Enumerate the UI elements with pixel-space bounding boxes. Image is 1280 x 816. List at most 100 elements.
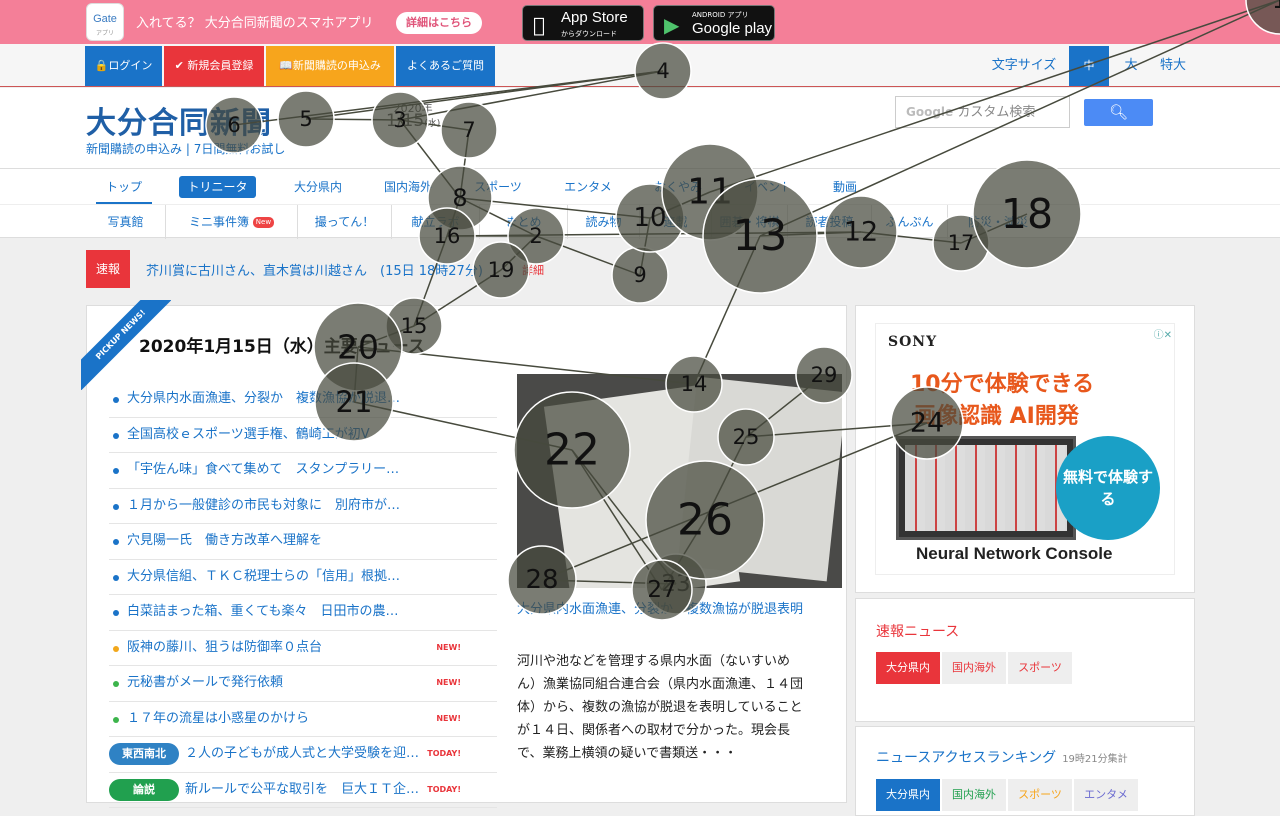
- sony-advertisement[interactable]: SONY ⓘ✕ 10分で体験できる 画像認識 AI開発 無料で体験する Neur…: [875, 323, 1175, 575]
- column-headline: ２人の子どもが成人式と大学受験を迎…: [185, 746, 420, 761]
- news-headline: 阪神の藤川、狙うは防御率０点台: [127, 639, 323, 655]
- today-badge: TODAY!: [427, 784, 461, 794]
- news-list-item[interactable]: １７年の流星は小惑星のかけら NEW!: [109, 702, 497, 737]
- news-headline: 元秘書がメールで発行依頼: [127, 675, 284, 690]
- font-size-label: 文字サイズ: [991, 58, 1057, 73]
- search-icon: 🔍︎: [1108, 103, 1129, 121]
- ranking-tab-sports[interactable]: スポーツ: [1008, 779, 1072, 811]
- menu2-jikenbo[interactable]: ミニ事件簿 New: [166, 205, 298, 239]
- breaking-more-link[interactable]: 詳細: [522, 262, 544, 278]
- bullet-icon: [113, 397, 119, 403]
- ranking-tab-domestic[interactable]: 国内海外: [942, 779, 1006, 811]
- ad-product-name: Neural Network Console: [916, 544, 1113, 563]
- sokuho-tab-domestic[interactable]: 国内海外: [942, 652, 1006, 684]
- bullet-icon: [113, 610, 119, 616]
- column-headline: 新ルールで公平な取引を 巨大ＩＴ企…: [185, 781, 420, 797]
- ranking-tab-oita[interactable]: 大分県内: [876, 779, 940, 811]
- register-button[interactable]: ✔ 新規会員登録: [164, 46, 264, 86]
- ad-cta-circle[interactable]: 無料で体験する: [1056, 436, 1160, 540]
- menu2-tottten[interactable]: 撮ってん！: [298, 205, 392, 239]
- lock-icon: 🔒: [94, 59, 109, 72]
- menu-trinita[interactable]: トリニータ: [170, 169, 265, 205]
- sokuho-title: 速報ニュース: [876, 624, 960, 640]
- news-list-item[interactable]: 全国高校ｅスポーツ選手権、鶴崎工が初V: [109, 418, 497, 453]
- menu2-funpun[interactable]: ふんぷん: [872, 205, 948, 239]
- promo-details-button[interactable]: 詳細はこちら: [396, 12, 482, 34]
- news-headline: 大分県内水面漁連、分裂か 複数漁協が脱退…: [127, 391, 401, 406]
- new-badge: NEW!: [436, 678, 461, 687]
- font-size-medium[interactable]: 中: [1069, 46, 1109, 86]
- news-list-item[interactable]: 阪神の藤川、狙うは防御率０点台 NEW!: [109, 631, 497, 666]
- faq-button[interactable]: よくあるご質問: [396, 46, 495, 86]
- pickup-title: 2020年1月15日（水）主要ニュース: [139, 337, 425, 357]
- news-list-item[interactable]: 大分県内水面漁連、分裂か 複数漁協が脱退…: [109, 382, 497, 418]
- bullet-icon: [113, 574, 119, 581]
- menu-oita[interactable]: 大分県内: [280, 169, 356, 205]
- news-list-item[interactable]: 元秘書がメールで発行依頼 NEW!: [109, 666, 497, 702]
- menu2-bousai[interactable]: 防災・減災: [948, 205, 1048, 239]
- promo-text: 入れてる？ 大分合同新聞のスマホアプリ: [136, 16, 374, 31]
- column-list-item[interactable]: 東西南北 ２人の子どもが成人式と大学受験を迎… TODAY!: [109, 737, 497, 773]
- news-list-item[interactable]: １月から一般健診の市民も対象に 別府市が…: [109, 489, 497, 524]
- menu2-yomimono[interactable]: 読み物: [568, 205, 640, 239]
- bullet-icon: [113, 645, 119, 652]
- bullet-icon: [113, 503, 119, 510]
- menu2-photo[interactable]: 写真館: [86, 205, 166, 239]
- check-icon: ✔: [174, 59, 184, 72]
- news-list-item[interactable]: 穴見陽一氏 働き方改革へ理解を: [109, 524, 497, 560]
- play-triangle-icon: ▶: [664, 13, 680, 37]
- sokuho-tab-sports[interactable]: スポーツ: [1008, 652, 1072, 684]
- menu-event[interactable]: イベント: [730, 169, 806, 205]
- account-nav: 🔒ログイン ✔ 新規会員登録 📖新聞購読の申込み よくあるご質問 文字サイズ 中…: [0, 44, 1280, 87]
- news-headline: 穴見陽一氏 働き方改革へ理解を: [127, 533, 323, 548]
- secondary-menu: 写真館 ミニ事件簿 New 撮ってん！ 献立ラボ まとめ 読み物 連載 囲碁・将…: [0, 204, 1280, 239]
- google-play-button[interactable]: ▶ ANDROID アプリ Google play: [653, 5, 775, 41]
- photo-caption-link[interactable]: 大分県内水面漁連、分裂か 複数漁協が脱退表明: [517, 599, 807, 621]
- trial-link[interactable]: 7日間無料お試し: [194, 142, 286, 156]
- bullet-icon: [113, 468, 119, 474]
- menu-okuyami[interactable]: おくやみ: [640, 169, 716, 205]
- menu-top[interactable]: トップ: [96, 169, 152, 205]
- login-button[interactable]: 🔒ログイン: [85, 46, 162, 86]
- menu-domestic[interactable]: 国内海外: [370, 169, 446, 205]
- menu-sports[interactable]: スポーツ: [460, 169, 536, 205]
- site-logo[interactable]: 大分合同新聞: [86, 98, 272, 142]
- ranking-title: ニュースアクセスランキング 19時21分集計: [876, 750, 1128, 766]
- menu2-igo[interactable]: 囲碁・将棋: [712, 205, 788, 239]
- news-list-item[interactable]: 白菜詰まった箱、重くても楽々 日田市の農…: [109, 595, 497, 631]
- pickup-news-panel: PICKUP NEWS! 2020年1月15日（水）主要ニュース 大分県内水面漁…: [81, 300, 847, 808]
- font-size-large[interactable]: 大: [1112, 46, 1150, 86]
- news-headline: １月から一般健診の市民も対象に 別府市が…: [127, 497, 401, 513]
- news-list-item[interactable]: 大分県信組、ＴＫＣ税理士らの「信用」根拠…: [109, 560, 497, 595]
- date-display: 2020年 1/15(水): [386, 102, 441, 131]
- menu2-toko[interactable]: 読者投稿: [788, 205, 872, 239]
- bullet-icon: [113, 681, 119, 687]
- menu2-rensai[interactable]: 連載: [640, 205, 712, 239]
- menu-entame[interactable]: エンタメ: [550, 169, 626, 205]
- menu-video[interactable]: 動画: [820, 169, 870, 205]
- app-store-button[interactable]:  App Store からダウンロード: [522, 5, 644, 41]
- menu2-kondate[interactable]: 献立ラボ: [392, 205, 480, 239]
- primary-menu: トップ トリニータ 大分県内 国内海外 スポーツ エンタメ おくやみ イベント …: [0, 168, 1280, 205]
- sokuho-tab-oita[interactable]: 大分県内: [876, 652, 940, 684]
- font-size-xlarge[interactable]: 特大: [1152, 46, 1194, 86]
- gate-app-icon[interactable]: Gate アプリ: [86, 3, 124, 41]
- breaking-news: 速報 芥川賞に古川さん、直木賞は川越さん (15日 18時27分) 詳細: [86, 250, 1196, 288]
- news-list-item[interactable]: 「宇佐ん味」食べて集めて スタンプラリー…: [109, 453, 497, 489]
- menu2-matome[interactable]: まとめ: [480, 205, 568, 239]
- breaking-label: 速報: [86, 250, 130, 288]
- news-headline: 大分県信組、ＴＫＣ税理士らの「信用」根拠…: [127, 568, 401, 584]
- breaking-headline[interactable]: 芥川賞に古川さん、直木賞は川越さん (15日 18時27分): [146, 260, 483, 279]
- search-button[interactable]: 🔍︎: [1084, 99, 1153, 126]
- apple-icon: : [533, 13, 545, 37]
- new-badge: New: [252, 217, 275, 228]
- today-badge: TODAY!: [427, 749, 461, 758]
- news-headline: 全国高校ｅスポーツ選手権、鶴崎工が初V: [127, 426, 370, 442]
- subscribe-link[interactable]: 新聞購読の申込み: [86, 142, 182, 156]
- search-input[interactable]: Google カスタム検索: [895, 96, 1070, 128]
- ad-close-icon[interactable]: ⓘ✕: [1154, 326, 1172, 341]
- ranking-tab-entame[interactable]: エンタメ: [1074, 779, 1138, 811]
- news-photo[interactable]: [517, 374, 842, 588]
- news-list: 大分県内水面漁連、分裂か 複数漁協が脱退… 全国高校ｅスポーツ選手権、鶴崎工が初V…: [109, 382, 497, 808]
- subscribe-button[interactable]: 📖新聞購読の申込み: [266, 46, 394, 86]
